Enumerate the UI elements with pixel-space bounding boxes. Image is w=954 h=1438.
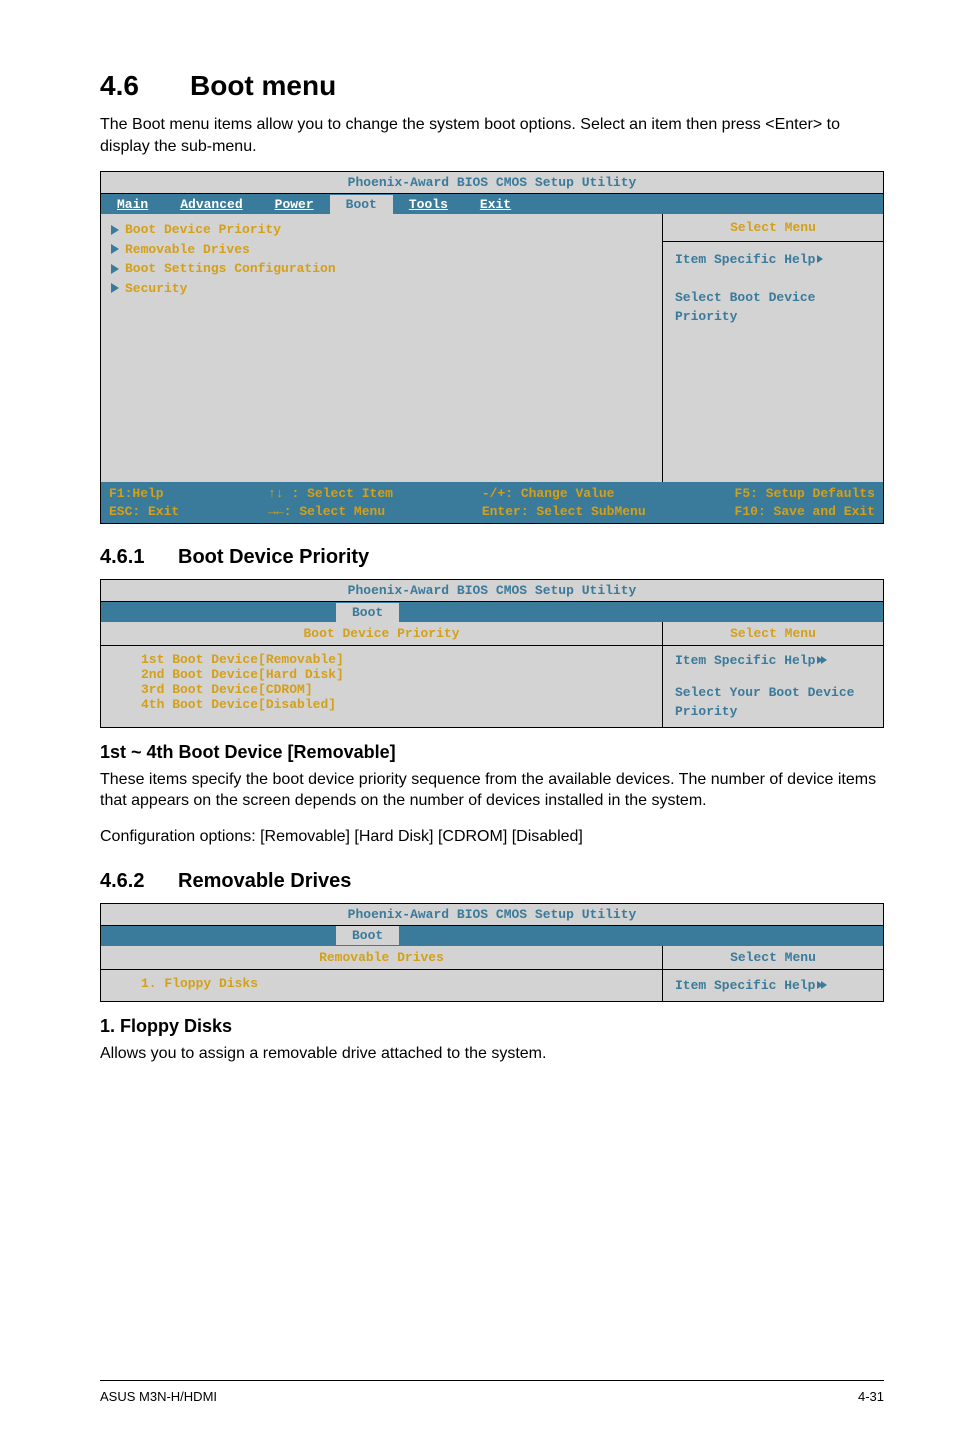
submenu-arrow-icon [111,283,119,293]
panel-header: Boot Device Priority [101,622,662,646]
help-arrow-icon [817,255,823,263]
bios-tab-bar: Boot [101,926,883,946]
bios-left-panel: Boot Device Priority Removable Drives Bo… [101,214,663,482]
bios-title: Phoenix-Award BIOS CMOS Setup Utility [101,904,883,926]
footer-col-1: F1:Help ESC: Exit [109,485,179,520]
tab-power[interactable]: Power [259,195,330,214]
tab-exit[interactable]: Exit [464,195,527,214]
panel-header: Removable Drives [101,946,662,970]
section-number: 4.6 [100,70,190,102]
right-header: Select Menu [663,622,883,646]
boot-device-4[interactable]: 4th Boot Device[Disabled] [141,697,652,712]
tab-tools[interactable]: Tools [393,195,464,214]
bios-footer-bar: F1:Help ESC: Exit ↑↓ : Select Item →←: S… [101,482,883,523]
menu-item-security[interactable]: Security [111,279,652,299]
section-heading: 4.6Boot menu [100,70,884,102]
bios-left-panel: 1. Floppy Disks [101,970,662,1001]
bios-title: Phoenix-Award BIOS CMOS Setup Utility [101,172,883,194]
footer-col-2: ↑↓ : Select Item →←: Select Menu [268,485,393,520]
footer-page-number: 4-31 [858,1389,884,1404]
tab-main[interactable]: Main [101,195,164,214]
help-double-arrow-icon [815,656,827,664]
menu-item-boot-device-priority[interactable]: Boot Device Priority [111,220,652,240]
config-options: Configuration options: [Removable] [Hard… [100,826,884,848]
bios-tab-bar: Main Advanced Power Boot Tools Exit [101,194,883,214]
option-description: These items specify the boot device prio… [100,769,884,812]
section-title: Boot menu [190,70,336,101]
option-heading: 1. Floppy Disks [100,1016,884,1037]
option-description: Allows you to assign a removable drive a… [100,1043,884,1065]
subsection-number: 4.6.1 [100,546,178,569]
boot-device-3[interactable]: 3rd Boot Device[CDROM] [141,682,652,697]
bios-right-panel: Select Menu Item Specific Help Select Yo… [663,622,883,727]
help-text: Select Your Boot Device Priority [675,684,871,720]
bios-tab-bar: Boot [101,602,883,622]
subsection-title: Removable Drives [178,870,351,892]
tab-boot[interactable]: Boot [330,195,393,214]
right-header: Select Menu [663,946,883,970]
subsection-title: Boot Device Priority [178,546,369,568]
tab-advanced[interactable]: Advanced [164,195,258,214]
subsection-heading: 4.6.1Boot Device Priority [100,546,884,569]
submenu-arrow-icon [111,244,119,254]
option-heading: 1st ~ 4th Boot Device [Removable] [100,742,884,763]
submenu-arrow-icon [111,225,119,235]
item-specific-help-label: Item Specific Help [675,250,871,270]
tab-boot[interactable]: Boot [336,926,399,945]
page-footer: ASUS M3N-H/HDMI 4-31 [100,1380,884,1404]
item-specific-help-label: Item Specific Help [675,652,871,670]
help-text: Select Boot Device Priority [675,288,871,327]
footer-col-3: -/+: Change Value Enter: Select SubMenu [482,485,646,520]
right-header: Select Menu [663,214,883,242]
item-specific-help-label: Item Specific Help [675,978,871,993]
removable-drive-1[interactable]: 1. Floppy Disks [141,976,652,991]
bios-right-panel: Select Menu Item Specific Help [663,946,883,1001]
section-intro: The Boot menu items allow you to change … [100,114,884,157]
menu-item-boot-settings-config[interactable]: Boot Settings Configuration [111,259,652,279]
bios-screenshot-boot-menu: Phoenix-Award BIOS CMOS Setup Utility Ma… [100,171,884,524]
bios-screenshot-boot-priority: Phoenix-Award BIOS CMOS Setup Utility Bo… [100,579,884,728]
bios-left-panel: 1st Boot Device[Removable] 2nd Boot Devi… [101,646,662,722]
boot-device-1[interactable]: 1st Boot Device[Removable] [141,652,652,667]
submenu-arrow-icon [111,264,119,274]
subsection-number: 4.6.2 [100,870,178,893]
help-double-arrow-icon [815,981,827,989]
boot-device-2[interactable]: 2nd Boot Device[Hard Disk] [141,667,652,682]
bios-screenshot-removable-drives: Phoenix-Award BIOS CMOS Setup Utility Bo… [100,903,884,1002]
subsection-heading: 4.6.2Removable Drives [100,870,884,893]
bios-title: Phoenix-Award BIOS CMOS Setup Utility [101,580,883,602]
footer-product: ASUS M3N-H/HDMI [100,1389,217,1404]
tab-boot[interactable]: Boot [336,603,399,622]
footer-col-4: F5: Setup Defaults F10: Save and Exit [735,485,875,520]
bios-right-panel: Select Menu Item Specific Help Select Bo… [663,214,883,482]
menu-item-removable-drives[interactable]: Removable Drives [111,240,652,260]
